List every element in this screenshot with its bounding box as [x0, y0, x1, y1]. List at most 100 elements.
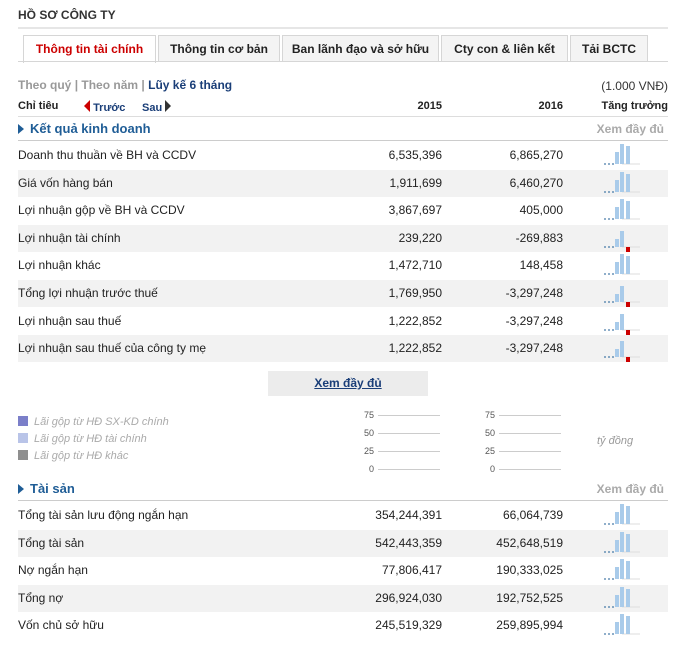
section-title: Tài sản: [30, 481, 75, 496]
trend-down-sparkline: [604, 313, 640, 335]
value-2015: 1,222,852: [388, 341, 442, 356]
view-more-link[interactable]: Xem đầy đủ: [597, 482, 664, 496]
row-label: Doanh thu thuần về BH và CCDV: [18, 148, 197, 162]
period-selector: Theo quý | Theo năm | Lũy kế 6 tháng: [18, 78, 233, 92]
value-2015: 296,924,030: [375, 590, 442, 605]
period-quarter-link[interactable]: Theo quý: [18, 78, 71, 92]
mini-chart-2015: 75 50 25 0: [352, 410, 442, 476]
arrow-left-icon: [84, 100, 90, 112]
tabs-divider: [18, 61, 668, 62]
trend-up-sparkline: [604, 531, 640, 553]
header-col-2016: 2016: [538, 100, 563, 112]
value-2015: 542,443,359: [375, 535, 442, 550]
value-2016: 190,333,025: [496, 563, 563, 578]
legend-swatch: [18, 433, 28, 443]
row-label: Lợi nhuận khác: [18, 258, 101, 273]
row-label: Tổng lợi nhuận trước thuế: [18, 286, 158, 300]
table-row: Tổng lợi nhuận trước thuế 1,769,950 -3,297…: [18, 280, 668, 307]
value-2016: 259,895,994: [496, 618, 563, 633]
title-divider: [18, 27, 668, 29]
next-button[interactable]: Sau: [142, 100, 172, 114]
legend-swatch: [18, 416, 28, 426]
table-row: Lợi nhuận tài chính 239,220 -269,883: [18, 224, 668, 252]
table-row: Tổng tài sản 542,443,359 452,648,519: [18, 529, 668, 557]
trend-down-sparkline: [604, 230, 640, 252]
trend-up-sparkline: [604, 586, 640, 608]
legend-item-finance: Lãi gộp từ HĐ tài chính: [18, 433, 147, 445]
row-label: Lợi nhuận gộp về BH và CCDV: [18, 203, 185, 218]
period-cumulative-link[interactable]: Lũy kế 6 tháng: [148, 78, 232, 92]
table-row: Lợi nhuận sau thuế của công ty mẹ 1,222,8…: [18, 335, 668, 363]
value-2016: -269,883: [515, 230, 563, 245]
row-label: Vốn chủ sở hữu: [18, 618, 104, 633]
row-label: Nợ ngắn hạn: [18, 563, 88, 578]
trend-up-sparkline: [604, 559, 640, 580]
table-row: Vốn chủ sở hữu 245,519,329 259,895,994: [18, 612, 668, 639]
row-label: Tổng tài sản lưu động ngắn hạn: [18, 508, 189, 522]
value-2015: 354,244,391: [375, 508, 442, 522]
page-title: HỒ SƠ CÔNG TY: [18, 8, 116, 22]
row-label: Giá vốn hàng bán: [18, 175, 113, 190]
value-2016: 6,460,270: [509, 175, 563, 190]
prev-button[interactable]: Trước: [84, 100, 125, 114]
mini-chart-2016: 75 50 25 0: [473, 410, 563, 476]
chart-unit-label: tỷ đồng: [597, 435, 634, 447]
value-2015: 1,472,710: [388, 258, 442, 273]
tab-basic-info[interactable]: Thông tin cơ bản: [158, 35, 280, 62]
section-title: Kết quả kinh doanh: [30, 121, 151, 136]
value-2015: 1,911,699: [389, 175, 443, 190]
section-business-results: Kết quả kinh doanh Xem đầy đủ: [18, 118, 668, 141]
tab-management-ownership[interactable]: Ban lãnh đạo và sở hữu: [282, 35, 439, 62]
table-row: Tổng nợ 296,924,030 192,752,525: [18, 584, 668, 612]
trend-up-sparkline: [604, 144, 640, 165]
value-2015: 239,220: [398, 230, 442, 245]
header-item: Chỉ tiêu: [18, 100, 59, 112]
row-label: Lợi nhuận sau thuế: [18, 313, 122, 328]
section-assets: Tài sản Xem đầy đủ: [18, 478, 668, 501]
tab-download-reports[interactable]: Tải BCTC: [570, 35, 648, 62]
view-full-button[interactable]: Xem đầy đủ: [268, 371, 428, 396]
unit-label: (1.000 VNĐ): [601, 79, 668, 93]
table-row: Lợi nhuận sau thuế 1,222,852 -3,297,248: [18, 308, 668, 335]
view-more-link[interactable]: Xem đầy đủ: [597, 122, 664, 136]
table-header: Chỉ tiêu Trước Sau 2015 2016 Tăng trưởng: [18, 100, 668, 117]
arrow-right-icon: [165, 100, 172, 112]
table-row: Nợ ngắn hạn 77,806,417 190,333,025: [18, 557, 668, 584]
table-row: Lợi nhuận khác 1,472,710 148,458: [18, 252, 668, 279]
table-row: Lợi nhuận gộp về BH và CCDV 3,867,697 405,…: [18, 197, 668, 224]
trend-up-sparkline: [604, 614, 640, 635]
tab-subsidiaries[interactable]: Cty con & liên kết: [441, 35, 568, 62]
section-marker-icon: [18, 484, 24, 494]
legend-swatch: [18, 450, 28, 460]
row-label: Tổng tài sản: [18, 535, 85, 550]
value-2015: 77,806,417: [381, 563, 442, 578]
value-2016: 192,752,525: [496, 590, 563, 605]
row-label: Lợi nhuận tài chính: [18, 230, 121, 245]
table-row: Doanh thu thuần về BH và CCDV 6,535,396 6,…: [18, 142, 668, 169]
row-label: Lợi nhuận sau thuế của công ty mẹ: [18, 341, 206, 356]
tab-financial-info[interactable]: Thông tin tài chính: [23, 35, 156, 63]
table-row: Giá vốn hàng bán 1,911,699 6,460,270: [18, 169, 668, 197]
period-year-link[interactable]: Theo năm: [81, 78, 138, 92]
value-2016: -3,297,248: [505, 313, 563, 328]
value-2016: -3,297,248: [505, 341, 563, 356]
trend-up-sparkline: [604, 199, 640, 220]
trend-up-sparkline: [604, 254, 640, 275]
legend-item-other: Lãi gộp từ HĐ khác: [18, 450, 128, 462]
value-2016: -3,297,248: [505, 286, 563, 300]
value-2015: 245,519,329: [375, 618, 442, 633]
value-2016: 452,648,519: [496, 535, 563, 550]
trend-down-sparkline: [604, 286, 640, 307]
header-growth: Tăng trưởng: [601, 100, 669, 112]
value-2015: 3,867,697: [388, 203, 442, 218]
trend-up-sparkline: [604, 171, 640, 193]
value-2015: 1,222,852: [388, 313, 442, 328]
header-col-2015: 2015: [417, 100, 442, 112]
value-2016: 66,064,739: [502, 508, 563, 522]
row-label: Tổng nợ: [18, 590, 64, 605]
value-2016: 148,458: [519, 258, 563, 273]
value-2015: 1,769,950: [388, 286, 442, 300]
value-2015: 6,535,396: [388, 148, 442, 162]
legend-item-core: Lãi gộp từ HĐ SX-KD chính: [18, 416, 169, 428]
table-row: Tổng tài sản lưu động ngắn hạn 354,244,39…: [18, 502, 668, 529]
